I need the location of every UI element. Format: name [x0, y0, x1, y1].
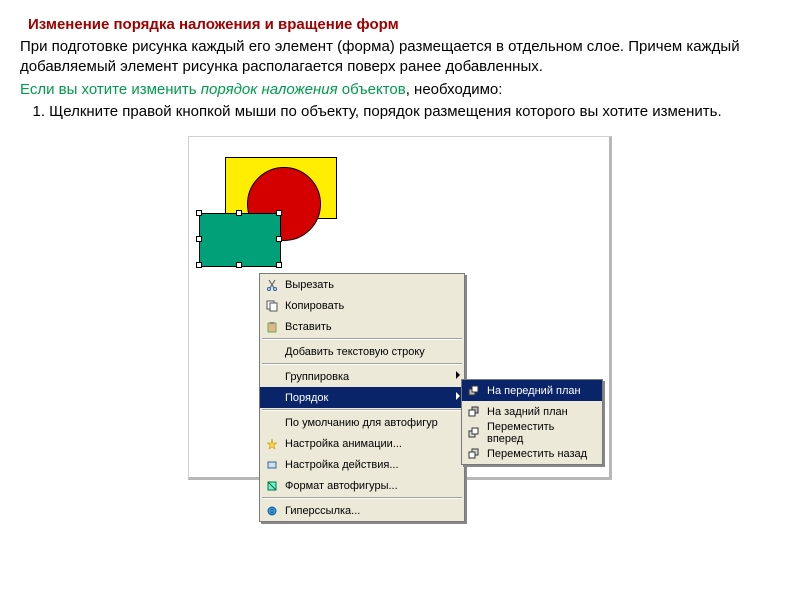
menu-item-add-text[interactable]: Добавить текстовую строку [260, 341, 464, 362]
selection-handle[interactable] [276, 210, 282, 216]
submenu-arrow-icon [456, 371, 460, 379]
copy-icon [264, 299, 280, 313]
menu-item-animation-settings[interactable]: Настройка анимации... [260, 433, 464, 454]
selection-handle[interactable] [196, 262, 202, 268]
selection-handle[interactable] [196, 236, 202, 242]
submenu-item-bring-to-front[interactable]: На передний план [462, 380, 602, 401]
menu-separator [262, 338, 462, 340]
menu-label: Вставить [285, 321, 332, 333]
cut-icon [264, 278, 280, 292]
order-submenu: На передний план На задний план Перемест… [461, 379, 603, 465]
blank-icon [264, 370, 280, 384]
bring-front-icon [466, 384, 482, 398]
p2-part-c: объектов [338, 81, 406, 98]
p2-part-b: порядок наложения [201, 81, 338, 98]
menu-item-copy[interactable]: Копировать [260, 295, 464, 316]
selection-handle[interactable] [276, 262, 282, 268]
blank-icon [264, 345, 280, 359]
format-icon [264, 479, 280, 493]
menu-item-action-settings[interactable]: Настройка действия... [260, 454, 464, 475]
menu-label: По умолчанию для автофигур [285, 417, 438, 429]
paragraph-1: При подготовке рисунка каждый его элемен… [20, 37, 780, 78]
selection-handle[interactable] [196, 210, 202, 216]
selection-handle[interactable] [236, 262, 242, 268]
menu-label: Настройка действия... [285, 459, 399, 471]
shape-rectangle-teal-selected[interactable] [199, 213, 281, 267]
section-title: Изменение порядка наложения и вращение ф… [28, 16, 780, 33]
selection-handle[interactable] [236, 210, 242, 216]
submenu-label: Переместить назад [487, 448, 587, 460]
menu-item-hyperlink[interactable]: Гиперссылка... [260, 500, 464, 521]
menu-separator [262, 409, 462, 411]
submenu-arrow-icon [456, 392, 460, 400]
p2-part-d: , необходимо: [406, 81, 503, 98]
menu-label: Формат автофигуры... [285, 480, 398, 492]
menu-label: Настройка анимации... [285, 438, 402, 450]
menu-label: Группировка [285, 371, 349, 383]
animation-icon [264, 437, 280, 451]
selection-handle[interactable] [276, 236, 282, 242]
hyperlink-icon [264, 504, 280, 518]
submenu-label: На передний план [487, 385, 581, 397]
menu-label: Гиперссылка... [285, 505, 360, 517]
p2-part-a: Если вы хотите изменить [20, 81, 201, 98]
menu-item-format-autoshape[interactable]: Формат автофигуры... [260, 475, 464, 496]
submenu-label: На задний план [487, 406, 568, 418]
submenu-label: Переместить вперед [487, 421, 588, 445]
context-menu: Вырезать Копировать Вставить Добавить те… [259, 273, 465, 522]
menu-item-paste[interactable]: Вставить [260, 316, 464, 337]
send-backward-icon [466, 447, 482, 461]
bring-forward-icon [466, 426, 482, 440]
menu-item-grouping[interactable]: Группировка [260, 366, 464, 387]
menu-label: Добавить текстовую строку [285, 346, 425, 358]
paragraph-2: Если вы хотите изменить порядок наложени… [20, 80, 780, 100]
blank-icon [264, 391, 280, 405]
blank-icon [264, 416, 280, 430]
figure-canvas: Вырезать Копировать Вставить Добавить те… [188, 136, 612, 480]
submenu-item-bring-forward[interactable]: Переместить вперед [462, 422, 602, 443]
paragraph-3: 1. Щелкните правой кнопкой мыши по объек… [20, 102, 780, 122]
submenu-item-send-to-back[interactable]: На задний план [462, 401, 602, 422]
menu-item-default-autoshape[interactable]: По умолчанию для автофигур [260, 412, 464, 433]
menu-label: Вырезать [285, 279, 334, 291]
action-icon [264, 458, 280, 472]
menu-separator [262, 497, 462, 499]
menu-item-order[interactable]: Порядок [260, 387, 464, 408]
menu-label: Порядок [285, 392, 328, 404]
paste-icon [264, 320, 280, 334]
menu-label: Копировать [285, 300, 344, 312]
menu-item-cut[interactable]: Вырезать [260, 274, 464, 295]
submenu-item-send-backward[interactable]: Переместить назад [462, 443, 602, 464]
send-back-icon [466, 405, 482, 419]
menu-separator [262, 363, 462, 365]
